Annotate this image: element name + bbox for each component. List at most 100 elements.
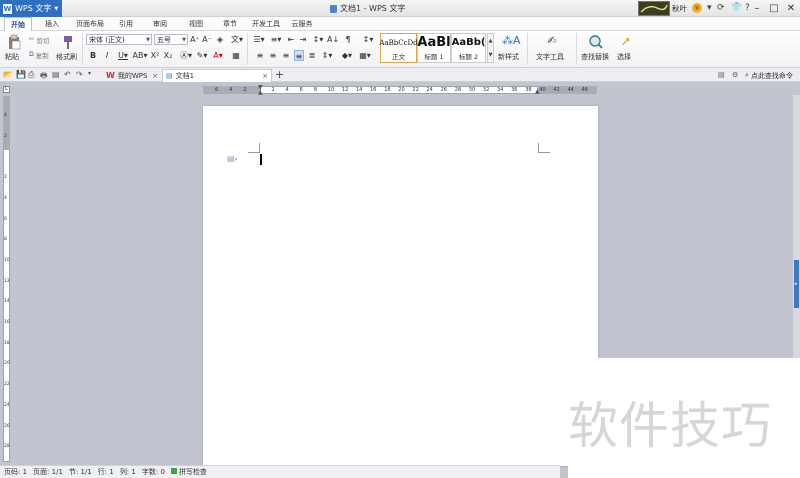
cut-button[interactable]: ✂ 剪切: [29, 35, 49, 45]
select-button[interactable]: 选择: [617, 52, 631, 62]
superscript-icon[interactable]: X²: [150, 50, 160, 61]
chevron-down-icon[interactable]: ▾: [88, 70, 91, 77]
bullets-icon[interactable]: ☰▾: [252, 34, 266, 45]
user-name[interactable]: 秋叶: [672, 3, 687, 14]
justify-icon[interactable]: ≡: [294, 50, 304, 61]
status-pages[interactable]: 页面: 1/1: [33, 467, 63, 477]
numbering-icon[interactable]: ≡▾: [269, 34, 283, 45]
bold-icon[interactable]: B: [88, 50, 98, 61]
line-spacing-icon[interactable]: ↕▾: [362, 34, 374, 45]
status-page[interactable]: 页码: 1: [4, 467, 27, 477]
status-section[interactable]: 节: 1/1: [69, 467, 92, 477]
underline-icon[interactable]: U▾: [116, 50, 130, 61]
copy-icon: ⧉: [29, 50, 34, 58]
app-menu-button[interactable]: W WPS 文字 ▼: [0, 0, 62, 17]
text-cursor: [260, 154, 262, 165]
undo-icon[interactable]: ↶: [64, 70, 71, 79]
save-icon[interactable]: 💾: [16, 70, 26, 79]
tab-view[interactable]: 视图: [184, 17, 208, 31]
style-heading-2[interactable]: AaBb( 标题 2: [451, 33, 486, 63]
font-family-select[interactable]: 宋体 (正文) ▼: [86, 34, 152, 45]
grow-font-icon[interactable]: A⁺: [190, 34, 200, 45]
subscript-icon[interactable]: X₂: [163, 50, 173, 61]
tab-document[interactable]: ▤ 文档1 ×: [162, 69, 272, 82]
tab-cloud[interactable]: 云服务: [288, 17, 316, 31]
refresh-icon[interactable]: ⟳: [717, 3, 725, 13]
align-center-icon[interactable]: ≡: [268, 50, 278, 61]
shrink-font-icon[interactable]: A⁻: [202, 34, 212, 45]
new-style-button[interactable]: 新样式: [498, 52, 519, 62]
print-icon[interactable]: 🖶: [40, 70, 48, 84]
find-replace-icon[interactable]: [588, 34, 604, 50]
clear-format-icon[interactable]: ◈: [215, 34, 225, 45]
settings-icon[interactable]: ⚙: [732, 71, 738, 79]
tab-developer[interactable]: 开发工具: [250, 17, 282, 31]
tab-stop-selector[interactable]: L: [3, 86, 10, 93]
distributed-icon[interactable]: ≣: [307, 50, 317, 61]
maximize-button[interactable]: □: [765, 1, 783, 15]
find-replace-button[interactable]: 查找替换: [581, 52, 609, 62]
document-page[interactable]: [203, 106, 598, 466]
shading-icon[interactable]: ◆▾: [340, 50, 354, 61]
tab-my-wps[interactable]: W 我的WPS ×: [103, 69, 161, 82]
font-size-select[interactable]: 五号 ▼: [154, 34, 188, 45]
find-command-button[interactable]: ⌕ 点此查找命令: [745, 71, 793, 81]
chevron-down-icon[interactable]: ▾: [707, 3, 712, 13]
decrease-indent-icon[interactable]: ⇤: [286, 34, 296, 45]
status-row[interactable]: 行: 1: [98, 467, 114, 477]
print-preview-icon[interactable]: ⎙: [28, 70, 34, 80]
highlight-icon[interactable]: ✎▾: [196, 50, 208, 61]
styles-scroll[interactable]: ▲ ▼: [487, 33, 494, 63]
style-name: 标题 1: [424, 53, 444, 61]
paragraph-mark-icon[interactable]: ¶: [343, 34, 353, 45]
doc-icon[interactable]: ▤: [718, 71, 725, 79]
font-color-icon[interactable]: A▾: [212, 50, 224, 61]
format-painter-button[interactable]: [60, 34, 76, 50]
paragraph-format-icon[interactable]: ▤▾: [227, 154, 237, 163]
new-tab-button[interactable]: +: [275, 68, 284, 81]
align-right-icon[interactable]: ≡: [281, 50, 291, 61]
new-style-icon[interactable]: ⁂A: [502, 34, 521, 50]
right-indent-marker[interactable]: ▲: [535, 88, 541, 95]
borders-icon[interactable]: ▦▾: [358, 50, 372, 61]
close-button[interactable]: ✕: [782, 1, 800, 15]
spacing-icon[interactable]: ⇕▾: [320, 50, 334, 61]
minimize-button[interactable]: –: [748, 1, 766, 15]
paste-label[interactable]: 粘贴: [5, 52, 19, 62]
text-effect-icon[interactable]: Ⓐ▾: [180, 50, 192, 61]
tab-review[interactable]: 审阅: [148, 17, 172, 31]
status-word-count[interactable]: 字数: 0: [142, 467, 165, 477]
export-pdf-icon[interactable]: ▤: [52, 70, 60, 79]
coin-icon[interactable]: ¥: [692, 3, 702, 13]
text-direction-icon[interactable]: ↕▾: [311, 34, 325, 45]
open-folder-icon[interactable]: 📂: [3, 70, 13, 79]
status-col[interactable]: 列: 1: [120, 467, 136, 477]
tab-page-layout[interactable]: 页面布局: [74, 17, 106, 31]
redo-icon[interactable]: ↷: [76, 70, 83, 79]
close-icon[interactable]: ×: [262, 72, 271, 80]
style-normal[interactable]: AaBbCcDd 正文: [379, 33, 418, 63]
select-cursor-icon[interactable]: ➚: [621, 34, 635, 50]
tab-insert[interactable]: 插入: [40, 17, 64, 31]
text-tools-icon[interactable]: ✍: [543, 34, 561, 50]
tab-section[interactable]: 章节: [218, 17, 242, 31]
align-left-icon[interactable]: ≡: [255, 50, 265, 61]
tab-home[interactable]: 开始: [4, 17, 32, 31]
increase-indent-icon[interactable]: ⇥: [298, 34, 308, 45]
text-tools-button[interactable]: 文字工具: [536, 52, 564, 62]
format-painter-label[interactable]: 格式刷: [56, 52, 77, 62]
phonetic-icon[interactable]: 文▾: [230, 34, 244, 45]
italic-icon[interactable]: I: [102, 50, 112, 61]
style-heading-1[interactable]: AaBl 标题 1: [417, 33, 451, 63]
indent-marker[interactable]: ▼ ▲: [258, 85, 264, 96]
tab-references[interactable]: 引用: [114, 17, 138, 31]
copy-button[interactable]: ⧉ 复制: [29, 50, 49, 60]
spell-check-button[interactable]: 拼写检查: [170, 467, 207, 477]
avatar[interactable]: [638, 1, 670, 16]
paste-button[interactable]: [6, 34, 22, 50]
close-icon[interactable]: ×: [152, 72, 161, 80]
strikethrough-icon[interactable]: AB▾: [132, 50, 148, 61]
sort-icon[interactable]: A↓: [327, 34, 339, 45]
pin-icon[interactable]: [731, 1, 749, 15]
char-shading-icon[interactable]: ▦: [231, 50, 241, 61]
